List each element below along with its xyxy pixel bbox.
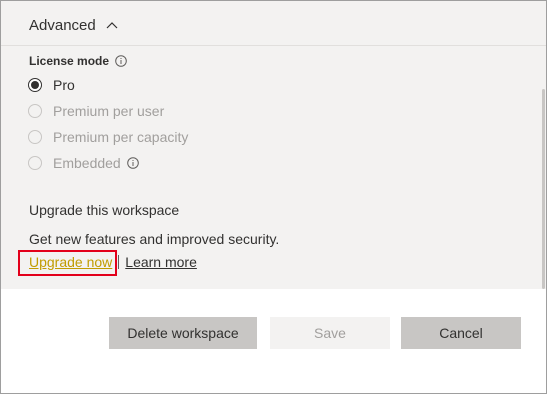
radio-circle xyxy=(28,130,42,144)
learn-more-link[interactable]: Learn more xyxy=(125,254,197,270)
radio-selected-dot xyxy=(31,81,39,89)
radio-premium-per-user[interactable]: Premium per user xyxy=(28,101,164,121)
radio-circle xyxy=(28,78,42,92)
workspace-settings-window: Advanced License mode Pro Premium per us… xyxy=(0,0,547,394)
advanced-settings-panel: Advanced License mode Pro Premium per us… xyxy=(1,1,546,289)
chevron-up-icon xyxy=(106,21,118,29)
license-mode-text: License mode xyxy=(29,54,110,68)
radio-label: Embedded xyxy=(53,155,121,171)
license-mode-label: License mode xyxy=(29,53,127,69)
cancel-button[interactable]: Cancel xyxy=(401,317,521,349)
radio-label: Pro xyxy=(53,77,75,93)
radio-premium-per-capacity[interactable]: Premium per capacity xyxy=(28,127,188,147)
save-button[interactable]: Save xyxy=(270,317,390,349)
link-separator xyxy=(118,255,120,269)
advanced-toggle[interactable]: Advanced xyxy=(29,15,118,35)
radio-circle xyxy=(28,156,42,170)
advanced-label: Advanced xyxy=(29,16,96,34)
radio-circle xyxy=(28,104,42,118)
radio-pro[interactable]: Pro xyxy=(28,75,75,95)
radio-label: Premium per user xyxy=(53,103,165,119)
radio-embedded[interactable]: Embedded xyxy=(28,153,139,173)
divider xyxy=(1,45,546,46)
radio-label: Premium per capacity xyxy=(53,129,189,145)
delete-workspace-button[interactable]: Delete workspace xyxy=(109,317,257,349)
highlight-box xyxy=(18,250,117,276)
scrollbar[interactable] xyxy=(542,89,545,289)
info-icon[interactable] xyxy=(115,55,127,67)
upgrade-title: Upgrade this workspace xyxy=(29,202,180,218)
info-icon[interactable] xyxy=(126,157,139,169)
upgrade-description: Get new features and improved security. xyxy=(29,231,280,247)
